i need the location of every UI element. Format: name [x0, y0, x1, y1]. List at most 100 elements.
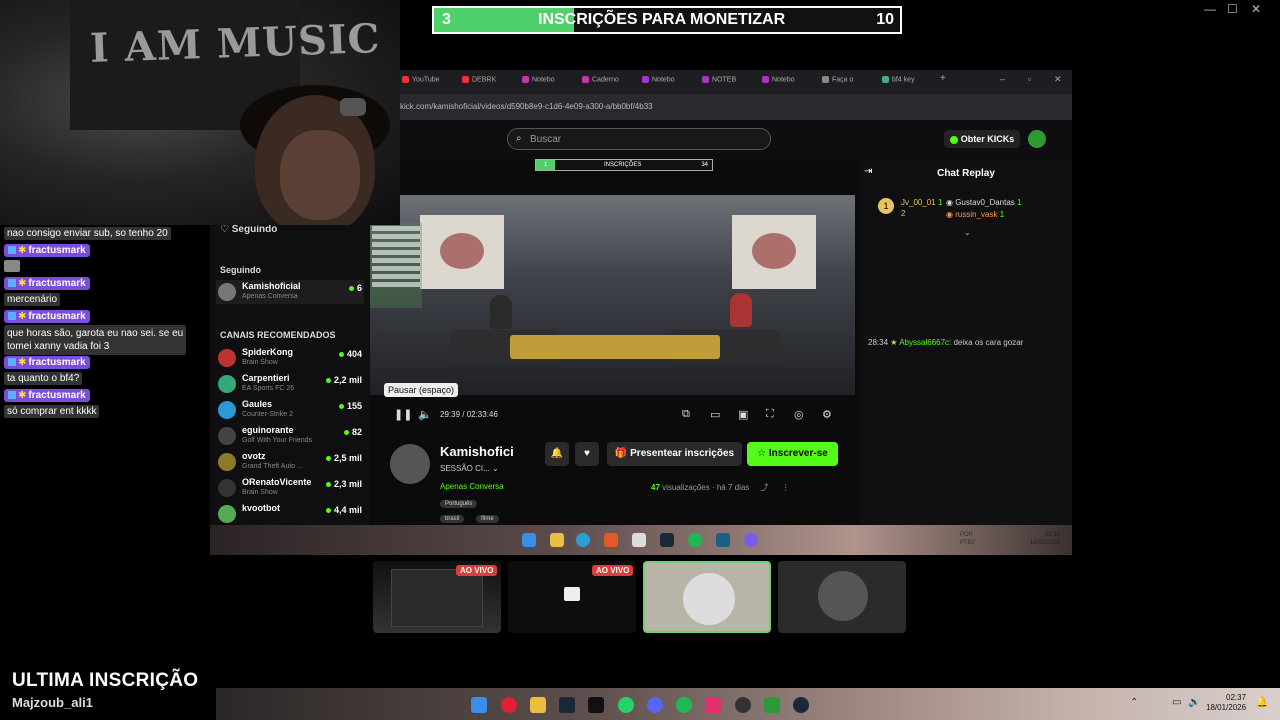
notification-bell-button[interactable]: 🔔: [545, 442, 569, 466]
star-badge-icon: ✱: [18, 245, 27, 256]
sidebar-item-gaules[interactable]: Gaules Counter-Strike 2 155: [216, 398, 364, 422]
following-header[interactable]: ♡ Seguindo: [220, 224, 277, 235]
expand-chevron-icon[interactable]: ⌄: [964, 228, 971, 237]
channel-avatar[interactable]: [390, 444, 430, 484]
avatar: [218, 283, 236, 301]
monetize-goal: 10: [876, 11, 894, 28]
browser-tab[interactable]: Caderno: [582, 76, 619, 83]
browser-tab[interactable]: Faça o: [822, 76, 853, 83]
discord-icon[interactable]: [647, 697, 663, 713]
sub-badge-icon: [8, 246, 16, 255]
close-button[interactable]: ✕: [1251, 2, 1261, 16]
player-controls: ❚❚ 🔈 29:39 / 02:33:46 ⧉ ▭ ▣ ⛶ ◎ ⚙: [370, 400, 855, 428]
channel-name[interactable]: Kamishofici: [440, 444, 514, 459]
spotify-icon[interactable]: [676, 697, 692, 713]
star-badge-icon: ✱: [18, 278, 27, 289]
browser-minimize-icon[interactable]: –: [1000, 74, 1005, 84]
search-input[interactable]: ⌕ Buscar: [507, 128, 771, 150]
steam-icon[interactable]: [559, 697, 575, 713]
minimize-button[interactable]: —: [1204, 2, 1216, 16]
search-placeholder: Buscar: [530, 134, 562, 145]
edge-icon[interactable]: [576, 533, 590, 547]
windows-start-icon[interactable]: [522, 533, 536, 547]
new-tab-icon[interactable]: +: [940, 73, 946, 84]
tag-pill[interactable]: filme: [476, 515, 499, 523]
volume-icon[interactable]: 🔈: [418, 408, 432, 421]
streamer-face: [280, 130, 360, 220]
stream-title: SESSÃO CI... ⌄: [440, 464, 499, 473]
steam-icon[interactable]: [660, 533, 674, 547]
gift-subs-button[interactable]: 🎁 Presentear inscrições: [607, 442, 742, 466]
wall-poster: [732, 215, 816, 289]
opera-icon[interactable]: [501, 697, 517, 713]
follow-heart-button[interactable]: ♥: [575, 442, 599, 466]
sidebar-item-ovotz[interactable]: ovotz Grand Theft Auto ... 2,5 mil: [216, 450, 364, 474]
sidebar-item-eguinorante[interactable]: eguinorante Golf With Your Friends 82: [216, 424, 364, 448]
top-gifter: ◉ Gustav0_Dantas 1: [946, 198, 1022, 207]
pip-icon[interactable]: ⧉: [682, 408, 690, 421]
chevron-down-icon[interactable]: ⌄: [492, 464, 499, 473]
stream-category[interactable]: Apenas Conversa: [440, 482, 504, 491]
tag-pill[interactable]: brasil: [440, 515, 465, 523]
file-explorer-icon[interactable]: [530, 697, 546, 713]
sidebar-item-kvootbot[interactable]: kvootbot 4,4 mil: [216, 502, 364, 526]
theater-icon[interactable]: ▭: [710, 408, 720, 421]
browser-tab[interactable]: bf4 key: [882, 76, 915, 83]
file-explorer-icon[interactable]: [550, 533, 564, 547]
tray-chevron-icon[interactable]: ⌃: [1130, 697, 1138, 708]
video-player[interactable]: [370, 195, 855, 395]
windows-start-icon[interactable]: [471, 697, 487, 713]
network-icon[interactable]: ▭: [1172, 697, 1181, 708]
browser-tab[interactable]: YouTube: [402, 76, 440, 83]
sub-badge-icon: [8, 391, 16, 400]
subscribe-button[interactable]: ☆ Inscrever-se: [747, 442, 838, 466]
browser-tab[interactable]: Notebo: [642, 76, 675, 83]
chrome-icon[interactable]: [735, 697, 751, 713]
sidebar-item-orenatovicente[interactable]: ORenatoVicente Brain Show 2,3 mil: [216, 476, 364, 500]
more-options-icon[interactable]: ⋮: [782, 483, 790, 492]
sub-badge-icon: [8, 358, 16, 367]
speed-icon[interactable]: ◎: [794, 408, 804, 421]
volume-icon[interactable]: 🔊: [1188, 697, 1200, 708]
browser-maximize-icon[interactable]: ▫: [1028, 74, 1031, 84]
participant-avatar: [683, 573, 735, 625]
browser-url-bar[interactable]: kick.com/kamishoficial/videos/d590b8e9-c…: [400, 94, 1072, 120]
vscode-icon[interactable]: [716, 533, 730, 547]
tag-pill[interactable]: Português: [440, 500, 478, 508]
mini-player-icon[interactable]: ▣: [738, 408, 748, 421]
store-icon[interactable]: [632, 533, 646, 547]
browser-tab[interactable]: NOTEB: [702, 76, 736, 83]
instagram-icon[interactable]: [705, 697, 721, 713]
participant-thumbnail-active[interactable]: [643, 561, 771, 633]
browser-tab[interactable]: DEBRK: [462, 76, 496, 83]
avatar: [218, 479, 236, 497]
recommended-label: CANAIS RECOMENDADOS: [220, 330, 336, 340]
fullscreen-icon[interactable]: ⛶: [766, 408, 774, 421]
discord-icon[interactable]: [744, 533, 758, 547]
chat-username: ✱ fractusmark: [4, 389, 90, 402]
pause-icon[interactable]: ❚❚: [394, 408, 412, 421]
whatsapp-icon[interactable]: [618, 697, 634, 713]
user-avatar[interactable]: [1028, 130, 1046, 148]
steam-alt-icon[interactable]: [793, 697, 809, 713]
share-icon[interactable]: ⤴: [760, 483, 768, 492]
participant-thumbnail[interactable]: [778, 561, 906, 633]
browser-tab[interactable]: Notebo: [762, 76, 795, 83]
get-kicks-button[interactable]: Obter KICKs: [944, 130, 1020, 148]
rank-badge-icon: 1: [878, 198, 894, 214]
settings-gear-icon[interactable]: ⚙: [822, 408, 832, 421]
notification-icon[interactable]: 🔔: [1256, 697, 1268, 708]
sidebar-item-carpentieri[interactable]: Carpentieri EA Sports FC 26 2,2 mil: [216, 372, 364, 396]
spotify-icon[interactable]: [688, 533, 702, 547]
sidebar-item-spiderkong[interactable]: SpiderKong Brain Show 404: [216, 346, 364, 370]
sidebar-item-kamishoficial[interactable]: Kamishoficial Apenas Conversa 6: [216, 280, 364, 304]
browser-tab-bar: YouTube DEBRK Notebo Caderno Notebo NOTE…: [400, 70, 1072, 94]
browser-tab[interactable]: Notebo: [522, 76, 555, 83]
chat-replay-panel: ⇥ Chat Replay 1 Jv_00_01 1 2 ◉ Gustav0_D…: [860, 160, 1072, 555]
streaming-app-icon[interactable]: [764, 697, 780, 713]
maximize-button[interactable]: ☐: [1227, 2, 1238, 16]
browser-close-icon[interactable]: ✕: [1054, 74, 1062, 85]
tiktok-icon[interactable]: [588, 697, 604, 713]
brave-icon[interactable]: [604, 533, 618, 547]
taskbar-clock[interactable]: 02:37 18/01/2026: [1206, 693, 1246, 713]
